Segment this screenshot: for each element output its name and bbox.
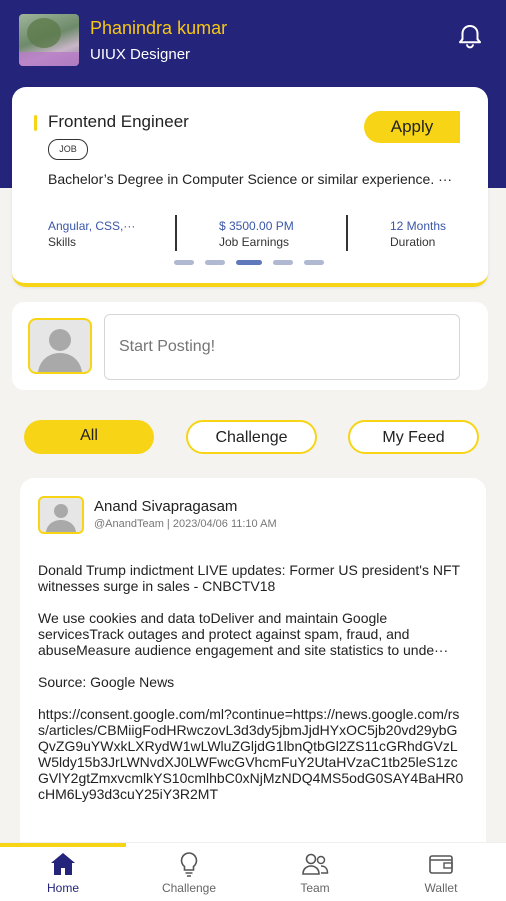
carousel-dot[interactable]	[304, 260, 324, 265]
tab-home-label: Home	[46, 881, 79, 895]
profile-avatar[interactable]	[19, 14, 79, 66]
wallet-icon	[429, 855, 453, 874]
bottom-tab-bar: Home Challenge Team Wallet	[0, 842, 506, 901]
carousel-indicator[interactable]	[174, 260, 324, 265]
tab-wallet-label: Wallet	[424, 881, 458, 895]
job-title: Frontend Engineer	[48, 112, 189, 131]
job-stat-earnings: $ 3500.00 PM Job Earnings	[219, 219, 294, 249]
tab-challenge[interactable]: Challenge	[126, 851, 252, 895]
skills-value: Angular, CSS,···	[48, 219, 136, 233]
home-icon	[51, 853, 75, 875]
job-description: Bachelor’s Degree in Computer Science or…	[48, 171, 453, 187]
filter-my-feed-button[interactable]: My Feed	[348, 420, 479, 454]
post-body: Donald Trump indictment LIVE updates: Fo…	[38, 562, 468, 818]
tab-team[interactable]: Team	[252, 851, 378, 895]
duration-label: Duration	[390, 235, 436, 249]
profile-name: Phanindra kumar	[90, 18, 228, 38]
tab-challenge-label: Challenge	[161, 881, 217, 895]
start-posting-input[interactable]	[104, 314, 460, 380]
post-meta: @AnandTeam | 2023/04/06 11:10 AM	[94, 518, 277, 530]
user-avatar-placeholder	[28, 318, 92, 374]
post-author-avatar[interactable]	[38, 496, 84, 534]
job-stat-duration: 12 Months Duration	[390, 219, 446, 249]
job-tag-badge: JOB	[48, 139, 88, 160]
post-composer	[12, 302, 488, 390]
apply-button[interactable]: Apply	[364, 111, 460, 143]
post-author-name[interactable]: Anand Sivapragasam	[94, 498, 237, 515]
filter-challenge-button[interactable]: Challenge	[186, 420, 317, 454]
carousel-dot[interactable]	[174, 260, 194, 265]
feed-post-card[interactable]: Anand Sivapragasam @AnandTeam | 2023/04/…	[20, 478, 486, 858]
filter-all-button[interactable]: All	[24, 420, 154, 454]
skills-label: Skills	[48, 235, 77, 249]
tab-wallet[interactable]: Wallet	[378, 851, 504, 895]
earnings-value: $ 3500.00 PM	[219, 219, 294, 233]
job-stat-skills: Angular, CSS,··· Skills	[48, 219, 135, 249]
carousel-dot[interactable]	[205, 260, 225, 265]
title-accent-bar	[34, 115, 37, 131]
carousel-dot[interactable]	[273, 260, 293, 265]
tab-home[interactable]: Home	[0, 851, 126, 895]
lightbulb-icon	[180, 852, 198, 877]
stat-divider	[175, 215, 177, 251]
duration-value: 12 Months	[390, 219, 447, 233]
post-snippet: We use cookies and data toDeliver and ma…	[38, 610, 449, 658]
tab-team-label: Team	[300, 881, 330, 895]
active-tab-indicator	[0, 843, 126, 847]
post-headline: Donald Trump indictment LIVE updates: Fo…	[38, 562, 464, 594]
team-icon	[302, 853, 329, 875]
stat-divider	[346, 215, 348, 251]
earnings-label: Job Earnings	[219, 235, 290, 249]
job-card[interactable]: Frontend Engineer JOB Apply Bachelor’s D…	[12, 87, 488, 287]
bell-icon[interactable]	[456, 22, 484, 50]
post-link[interactable]: https://consent.google.com/ml?continue=h…	[38, 706, 468, 802]
profile-role: UIUX Designer	[90, 46, 191, 63]
carousel-dot-active[interactable]	[236, 260, 262, 265]
post-source: Source: Google News	[38, 674, 175, 690]
